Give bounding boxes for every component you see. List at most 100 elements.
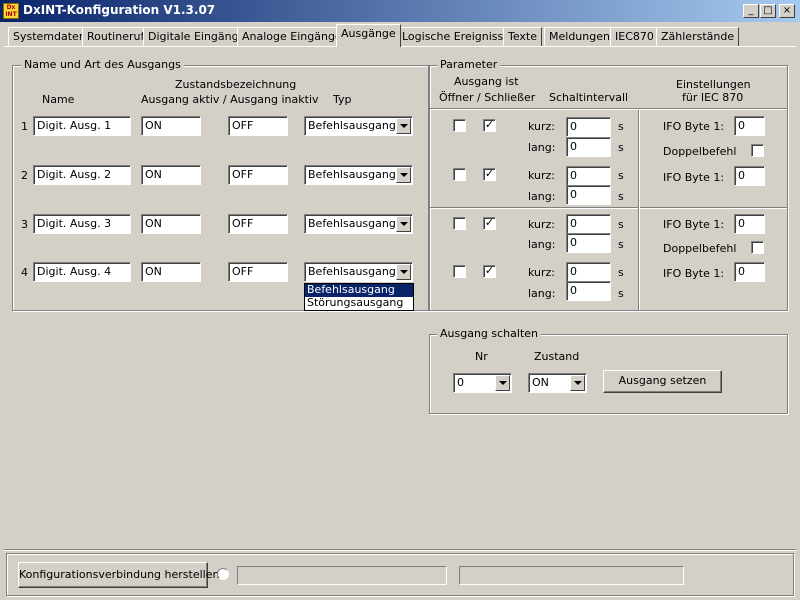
output-name-input[interactable]: Digit. Ausg. 4	[33, 262, 131, 282]
output-name-input[interactable]: Digit. Ausg. 2	[33, 165, 131, 185]
tab-analoge-eingaenge[interactable]: Analoge Eingänge	[237, 27, 347, 47]
col-type-header: Typ	[333, 93, 352, 106]
row-number: 4	[21, 266, 28, 279]
kurz-input[interactable]: 0	[566, 117, 611, 137]
oeffner-checkbox[interactable]	[453, 119, 466, 132]
doppelbefehl-checkbox[interactable]	[751, 241, 764, 254]
hdr-einstellungen: Einstellungen	[676, 78, 751, 91]
tab-routineruf[interactable]: Routineruf	[82, 27, 150, 47]
unit-label: s	[618, 287, 624, 300]
kurz-input[interactable]: 0	[566, 214, 611, 234]
connection-status-radio[interactable]	[217, 568, 229, 580]
tab-systemdaten[interactable]: Systemdaten	[8, 27, 91, 47]
chevron-down-icon[interactable]	[396, 264, 411, 280]
unit-label: s	[618, 238, 624, 251]
state-select-value: ON	[532, 376, 549, 389]
type-select[interactable]: Befehlsausgang	[304, 165, 413, 185]
ifo-byte-input[interactable]: 0	[734, 262, 765, 282]
unit-label: s	[618, 141, 624, 154]
inactive-state-input[interactable]: OFF	[228, 165, 288, 185]
param-divider	[430, 108, 787, 110]
hdr-fuer-iec: für IEC 870	[682, 91, 744, 104]
kurz-input[interactable]: 0	[566, 262, 611, 282]
unit-label: s	[618, 190, 624, 203]
lang-label: lang:	[528, 141, 556, 154]
state-label: Zustand	[534, 350, 580, 363]
chevron-down-icon[interactable]	[396, 216, 411, 232]
hdr-schaltintervall: Schaltintervall	[549, 91, 629, 104]
hdr-ausgang-ist: Ausgang ist	[454, 75, 519, 88]
inactive-state-input[interactable]: OFF	[228, 214, 288, 234]
oeffner-checkbox[interactable]	[453, 217, 466, 230]
type-select[interactable]: Befehlsausgang	[304, 116, 413, 136]
maximize-button[interactable]: □	[760, 4, 776, 18]
tab-digitale-eingaenge[interactable]: Digitale Eingänge	[143, 27, 251, 47]
type-select[interactable]: Befehlsausgang	[304, 214, 413, 234]
tab-ausgaenge[interactable]: Ausgänge	[336, 24, 401, 47]
type-dropdown-list[interactable]: Befehlsausgang Störungsausgang	[304, 283, 414, 311]
kurz-label: kurz:	[528, 120, 556, 133]
row-number: 3	[21, 218, 28, 231]
inactive-state-input[interactable]: OFF	[228, 262, 288, 282]
chevron-down-icon[interactable]	[495, 375, 510, 391]
tab-logische-ereignisse[interactable]: Logische Ereignisse	[397, 27, 516, 47]
ifo-byte-input[interactable]: 0	[734, 116, 765, 136]
col-name-header: Name	[42, 93, 75, 106]
doppelbefehl-checkbox[interactable]	[751, 144, 764, 157]
row-number: 1	[21, 120, 28, 133]
type-select-value: Befehlsausgang	[308, 217, 396, 230]
tab-meldungen[interactable]: Meldungen	[544, 27, 615, 47]
chevron-down-icon[interactable]	[396, 118, 411, 134]
window-title: DxINT-Konfiguration V1.3.07	[23, 3, 216, 17]
oeffner-checkbox[interactable]	[453, 168, 466, 181]
hdr-oeffner-schliesser: Öffner / Schließer	[439, 91, 536, 104]
schliesser-checkbox[interactable]: ✓	[483, 119, 496, 132]
close-button[interactable]: ×	[779, 4, 795, 18]
type-select-value: Befehlsausgang	[308, 119, 396, 132]
schliesser-checkbox[interactable]: ✓	[483, 168, 496, 181]
type-select[interactable]: Befehlsausgang	[304, 262, 413, 282]
lang-input[interactable]: 0	[566, 233, 611, 253]
tab-texte[interactable]: Texte	[503, 27, 543, 47]
output-name-input[interactable]: Digit. Ausg. 3	[33, 214, 131, 234]
schliesser-checkbox[interactable]: ✓	[483, 265, 496, 278]
chevron-down-icon[interactable]	[570, 375, 585, 391]
ifo-byte-input[interactable]: 0	[734, 166, 765, 186]
active-state-input[interactable]: ON	[141, 116, 201, 136]
ifo-byte-input[interactable]: 0	[734, 214, 765, 234]
param-column-divider	[638, 110, 640, 310]
inactive-state-input[interactable]: OFF	[228, 116, 288, 136]
lang-label: lang:	[528, 287, 556, 300]
tab-iec870[interactable]: IEC870	[610, 27, 659, 47]
state-select[interactable]: ON	[528, 373, 587, 393]
tab-zaehlerstaende[interactable]: Zählerstände	[656, 27, 740, 47]
minimize-button[interactable]: _	[743, 4, 759, 18]
ifo-byte-label: IFO Byte 1:	[663, 218, 725, 231]
unit-label: s	[618, 169, 624, 182]
lang-input[interactable]: 0	[566, 185, 611, 205]
outputs-group-title: Name und Art des Ausgangs	[21, 58, 184, 71]
kurz-label: kurz:	[528, 169, 556, 182]
active-state-input[interactable]: ON	[141, 262, 201, 282]
lang-input[interactable]: 0	[566, 281, 611, 301]
type-select-value: Befehlsausgang	[308, 168, 396, 181]
lang-input[interactable]: 0	[566, 137, 611, 157]
kurz-label: kurz:	[528, 218, 556, 231]
kurz-input[interactable]: 0	[566, 166, 611, 186]
status-field-1	[237, 566, 447, 585]
ausgang-setzen-button[interactable]: Ausgang setzen	[603, 370, 722, 393]
active-state-input[interactable]: ON	[141, 214, 201, 234]
oeffner-checkbox[interactable]	[453, 265, 466, 278]
switch-group-title: Ausgang schalten	[437, 327, 542, 340]
output-name-input[interactable]: Digit. Ausg. 1	[33, 116, 131, 136]
chevron-down-icon[interactable]	[396, 167, 411, 183]
dropdown-option-stoerungsausgang[interactable]: Störungsausgang	[305, 297, 413, 310]
connect-button[interactable]: Konfigurationsverbindung herstellen	[18, 562, 219, 588]
state-subheader: Ausgang aktiv / Ausgang inaktiv	[141, 93, 319, 106]
schliesser-checkbox[interactable]: ✓	[483, 217, 496, 230]
active-state-input[interactable]: ON	[141, 165, 201, 185]
footer-divider	[4, 549, 796, 551]
nr-select[interactable]: 0	[453, 373, 512, 393]
ifo-byte-label: IFO Byte 1:	[663, 267, 725, 280]
state-header: Zustandsbezeichnung	[175, 78, 297, 91]
